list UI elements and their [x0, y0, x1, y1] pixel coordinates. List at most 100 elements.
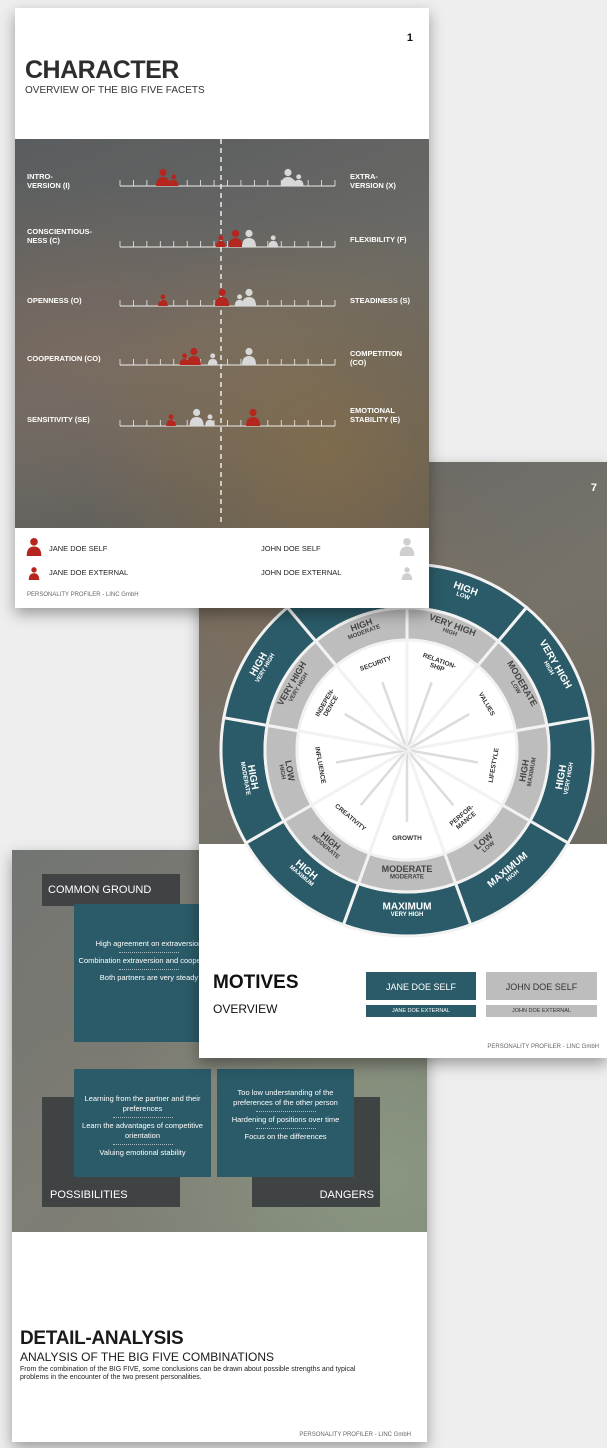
marker-john-external	[293, 174, 304, 186]
legend-icon-jane-external	[28, 567, 40, 580]
legend-label: JOHN DOE EXTERNAL	[512, 1008, 571, 1014]
marker-john-self	[242, 288, 256, 306]
person-head	[190, 347, 198, 356]
dangers-item: Hardening of positions over time	[231, 1115, 340, 1124]
legend-john-external: JOHN DOE EXTERNAL	[261, 568, 341, 577]
motive-middle-level-line: MODERATE	[390, 874, 424, 880]
legend-label: JANE DOE EXTERNAL	[49, 568, 129, 577]
person-body	[215, 297, 230, 306]
legend-icon-john-self	[399, 538, 415, 556]
legend-label: JOHN DOE SELF	[261, 544, 321, 553]
person-body	[189, 417, 204, 426]
legend-jane-external: JANE DOE EXTERNAL	[366, 1005, 476, 1017]
person-body	[280, 177, 295, 186]
legend-jane-external: JANE DOE EXTERNAL	[49, 568, 128, 577]
person-body	[401, 573, 413, 580]
facet-row	[119, 168, 336, 187]
dangers-item: Focus on the differences	[244, 1132, 327, 1141]
legend-label: JANE DOE SELF	[385, 982, 457, 992]
person-head	[245, 288, 253, 297]
common-ground-box: COMMON GROUND	[42, 874, 180, 906]
facet-row	[119, 408, 336, 427]
marker-jane-self	[246, 408, 261, 426]
person-head	[218, 235, 224, 241]
person-head	[159, 168, 167, 177]
marker-john-self	[242, 347, 256, 365]
person-body	[268, 240, 278, 247]
person-head	[192, 408, 201, 417]
person-head	[249, 408, 257, 417]
person-head	[404, 567, 410, 573]
legend-label: JOHN DOE EXTERNAL	[261, 568, 342, 577]
marker-jane-external	[179, 353, 190, 365]
motive-middle-level-line: MODERATE	[382, 864, 433, 874]
motive-name: GROWTH	[392, 835, 422, 842]
person-body	[26, 546, 42, 556]
person-head	[296, 174, 302, 180]
person-body	[293, 179, 304, 186]
page-subtitle: ANALYSIS OF THE BIG FIVE COMBINATIONS	[20, 1350, 275, 1364]
dangers-content: Too low understanding of the preferences…	[217, 1069, 354, 1177]
facet-row	[119, 229, 336, 248]
common-ground-label: COMMON GROUND	[48, 884, 152, 896]
page-description: From the combination of the BIG FIVE, so…	[20, 1366, 356, 1381]
marker-jane-external	[168, 174, 179, 186]
person-head	[245, 347, 253, 356]
page-title: MOTIVES	[213, 972, 299, 993]
person-body	[156, 177, 170, 186]
marker-john-external	[234, 294, 245, 306]
character-page: 1 CHARACTER OVERVIEW OF THE BIG FIVE FAC…	[15, 8, 429, 608]
marker-jane-external	[166, 414, 176, 426]
possibilities-content: Learning from the partner and their pref…	[74, 1069, 211, 1177]
page-title: DETAIL-ANALYSIS	[20, 1328, 184, 1349]
marker-john-external	[205, 414, 215, 426]
person-head	[403, 538, 411, 546]
person-body	[158, 299, 168, 306]
facet-scales	[26, 139, 415, 580]
person-head	[160, 294, 166, 300]
possibilities-item: Learn the advantages of competitive orie…	[82, 1121, 203, 1140]
legend-john-self: JOHN DOE SELF	[486, 972, 597, 1000]
possibilities-item: Valuing emotional stability	[99, 1148, 186, 1157]
person-head	[171, 174, 177, 180]
page-footer: PERSONALITY PROFILER - LINC GmbH	[27, 592, 139, 598]
marker-jane-self	[186, 347, 201, 365]
person-head	[231, 229, 240, 238]
possibilities-label: POSSIBILITIES	[50, 1189, 128, 1201]
person-body	[242, 356, 256, 365]
page-footer: PERSONALITY PROFILER - LINC GmbH	[487, 1044, 599, 1050]
person-body	[399, 546, 415, 556]
legend-jane-self: JANE DOE SELF	[366, 972, 476, 1000]
person-head	[218, 288, 226, 297]
marker-john-self	[242, 229, 256, 247]
person-head	[245, 229, 253, 238]
person-head	[168, 414, 174, 420]
legend-jane-self: JANE DOE SELF	[49, 544, 107, 553]
person-head	[237, 294, 243, 300]
person-head	[270, 235, 276, 241]
page-subtitle: OVERVIEW	[213, 1002, 278, 1016]
marker-john-self	[189, 408, 204, 426]
facet-row	[119, 347, 336, 366]
person-head	[30, 538, 38, 546]
legend-john-self: JOHN DOE SELF	[261, 544, 321, 553]
person-body	[28, 573, 40, 580]
marker-jane-external	[158, 294, 168, 306]
dangers-label: DANGERS	[319, 1189, 374, 1201]
person-head	[31, 567, 37, 573]
person-body	[228, 238, 243, 247]
motive-outer-level-line: VERY HIGH	[391, 912, 424, 918]
dangers-item: Too low understanding of the preferences…	[233, 1088, 338, 1107]
marker-john-external	[268, 235, 278, 247]
person-head	[207, 414, 213, 420]
person-body	[216, 240, 226, 247]
possibilities-item: Learning from the partner and their pref…	[84, 1094, 201, 1113]
marker-jane-self	[215, 288, 230, 306]
page-footer: PERSONALITY PROFILER - LINC GmbH	[299, 1432, 411, 1438]
marker-jane-external	[216, 235, 226, 247]
person-body	[207, 358, 218, 365]
legend-john-external: JOHN DOE EXTERNAL	[486, 1005, 597, 1017]
facet-row	[119, 288, 336, 307]
marker-john-external	[207, 353, 218, 365]
person-head	[210, 353, 216, 359]
